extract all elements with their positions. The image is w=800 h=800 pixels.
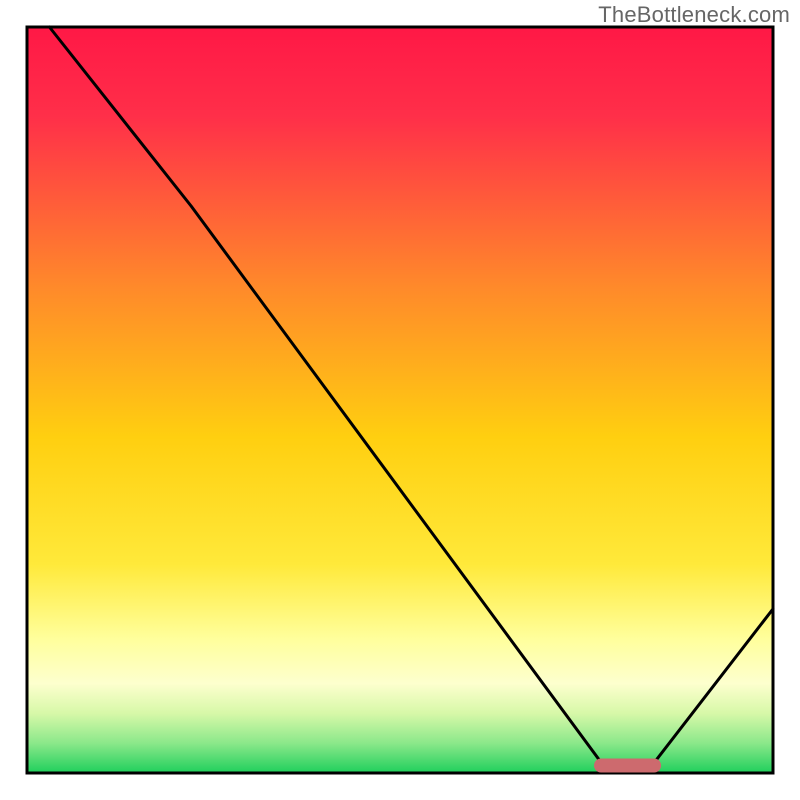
optimal-range-marker: [594, 759, 661, 773]
bottleneck-chart: [0, 0, 800, 800]
watermark: TheBottleneck.com: [598, 2, 790, 28]
chart-root: TheBottleneck.com: [0, 0, 800, 800]
